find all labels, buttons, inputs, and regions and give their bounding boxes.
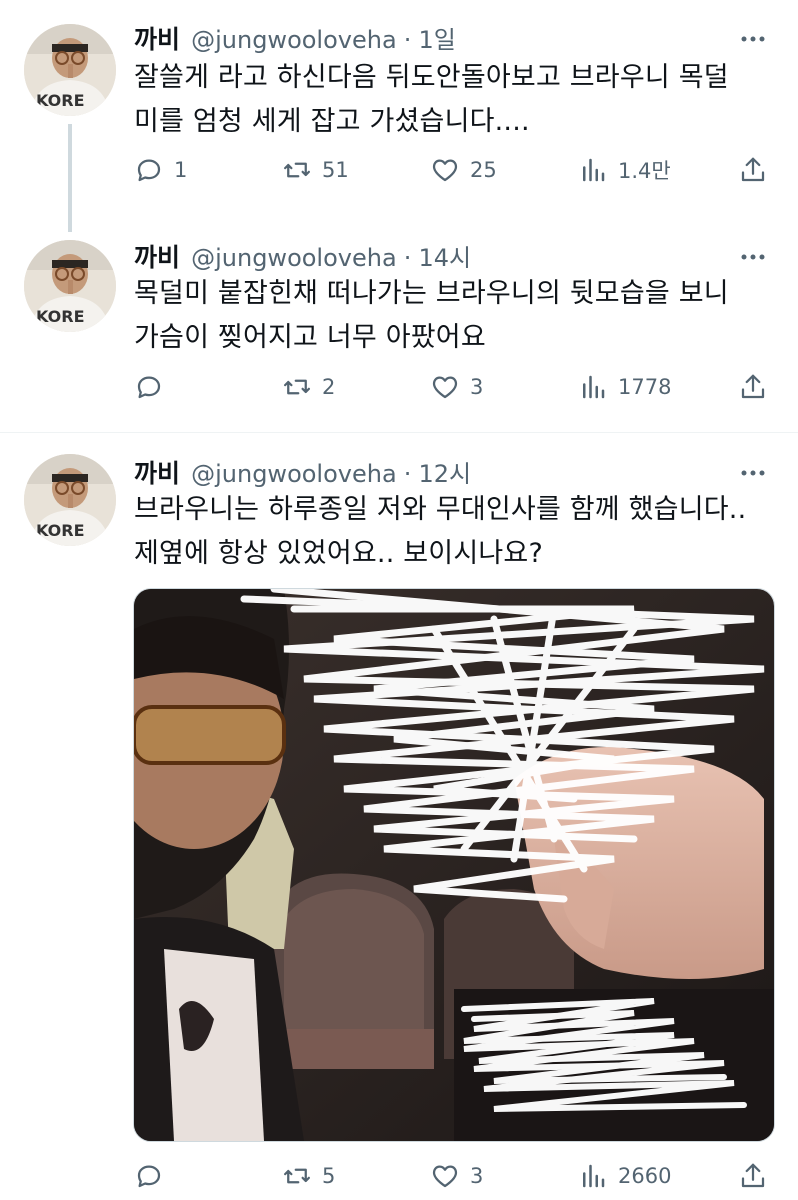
retweet-button[interactable]: 51	[282, 152, 349, 188]
timestamp[interactable]: 14시	[419, 244, 472, 272]
reply-icon	[137, 159, 161, 182]
separator: ·	[403, 26, 412, 54]
reply-icon	[137, 1165, 161, 1188]
share-button[interactable]	[738, 152, 768, 188]
heart-icon	[432, 1165, 458, 1188]
tweet-divider	[0, 432, 798, 433]
view-count: 1.4만	[618, 159, 671, 183]
share-icon	[741, 1163, 765, 1188]
display-name[interactable]: 까비	[134, 243, 180, 272]
tweet-text: 목덜미 붙잡힌채 떠나가는 브라우니의 뒷모습을 보니 가슴이 찢어지고 너무 …	[134, 278, 729, 353]
tweet-2[interactable]: KORE 까비 @jungwooloveha · 14시 목덜미 붙잡힌채 떠나…	[0, 218, 798, 428]
like-count: 3	[470, 375, 484, 399]
retweet-icon	[284, 162, 310, 178]
timestamp[interactable]: 12시	[419, 460, 472, 488]
share-icon	[741, 157, 765, 182]
retweet-icon	[284, 1168, 310, 1184]
avatar-shirt-text: KORE	[36, 91, 85, 110]
action-bar: 2 3 1778	[134, 369, 774, 405]
user-handle[interactable]: @jungwooloveha	[191, 460, 397, 488]
share-button[interactable]	[738, 1158, 768, 1194]
tweet-header: 까비 @jungwooloveha · 14시	[134, 238, 471, 276]
more-icon[interactable]	[736, 456, 770, 490]
thread-line	[68, 124, 72, 232]
display-name[interactable]: 까비	[134, 459, 180, 488]
retweet-count: 5	[322, 1164, 336, 1188]
timestamp[interactable]: 1일	[419, 26, 456, 54]
avatar[interactable]: KORE	[24, 454, 116, 546]
separator: ·	[403, 460, 412, 488]
heart-icon	[432, 159, 458, 182]
heart-icon	[432, 376, 458, 399]
like-button[interactable]: 25	[430, 152, 497, 188]
tweet-header: 까비 @jungwooloveha · 1일	[134, 20, 456, 58]
like-button[interactable]: 3	[430, 369, 483, 405]
tweet-header: 까비 @jungwooloveha · 12시	[134, 454, 471, 492]
tweet-photo[interactable]	[133, 588, 775, 1142]
retweet-count: 51	[322, 158, 349, 182]
retweet-count: 2	[322, 375, 336, 399]
avatar[interactable]: KORE	[24, 24, 116, 116]
more-icon[interactable]	[736, 240, 770, 274]
view-count: 1778	[618, 375, 672, 399]
retweet-button[interactable]: 5	[282, 1158, 335, 1194]
views-icon	[583, 158, 605, 182]
avatar[interactable]: KORE	[24, 240, 116, 332]
reply-button[interactable]	[134, 369, 174, 405]
like-count: 25	[470, 158, 497, 182]
reply-button[interactable]	[134, 1158, 174, 1194]
retweet-button[interactable]: 2	[282, 369, 335, 405]
views-icon	[583, 1164, 605, 1188]
action-bar: 5 3 2660	[134, 1158, 774, 1194]
like-count: 3	[470, 1164, 484, 1188]
tweet-1[interactable]: KORE 까비 @jungwooloveha · 1일 잘쓸게 라고 하신다음 …	[0, 0, 798, 232]
retweet-icon	[284, 379, 310, 395]
reply-icon	[137, 376, 161, 399]
user-handle[interactable]: @jungwooloveha	[191, 244, 397, 272]
reply-button[interactable]: 1	[134, 152, 187, 188]
more-icon[interactable]	[736, 22, 770, 56]
action-bar: 1 51 25 1.4만	[134, 152, 774, 188]
avatar-shirt-text: KORE	[36, 307, 85, 326]
views-button[interactable]: 1778	[578, 369, 671, 405]
tweet-text: 브라우니는 하루종일 저와 무대인사를 함께 했습니다.. 제옆에 항상 있었어…	[134, 494, 747, 569]
share-button[interactable]	[738, 369, 768, 405]
share-icon	[741, 374, 765, 399]
view-count: 2660	[618, 1164, 672, 1188]
like-button[interactable]: 3	[430, 1158, 483, 1194]
tweet-text: 잘쓸게 라고 하신다음 뒤도안돌아보고 브라우니 목덜 미를 엄청 세게 잡고 …	[134, 62, 729, 137]
views-button[interactable]: 2660	[578, 1158, 671, 1194]
reply-count: 1	[174, 158, 188, 182]
views-button[interactable]: 1.4만	[578, 152, 671, 188]
views-icon	[583, 375, 605, 399]
user-handle[interactable]: @jungwooloveha	[191, 26, 397, 54]
display-name[interactable]: 까비	[134, 25, 180, 54]
separator: ·	[403, 244, 412, 272]
avatar-shirt-text: KORE	[36, 521, 85, 540]
